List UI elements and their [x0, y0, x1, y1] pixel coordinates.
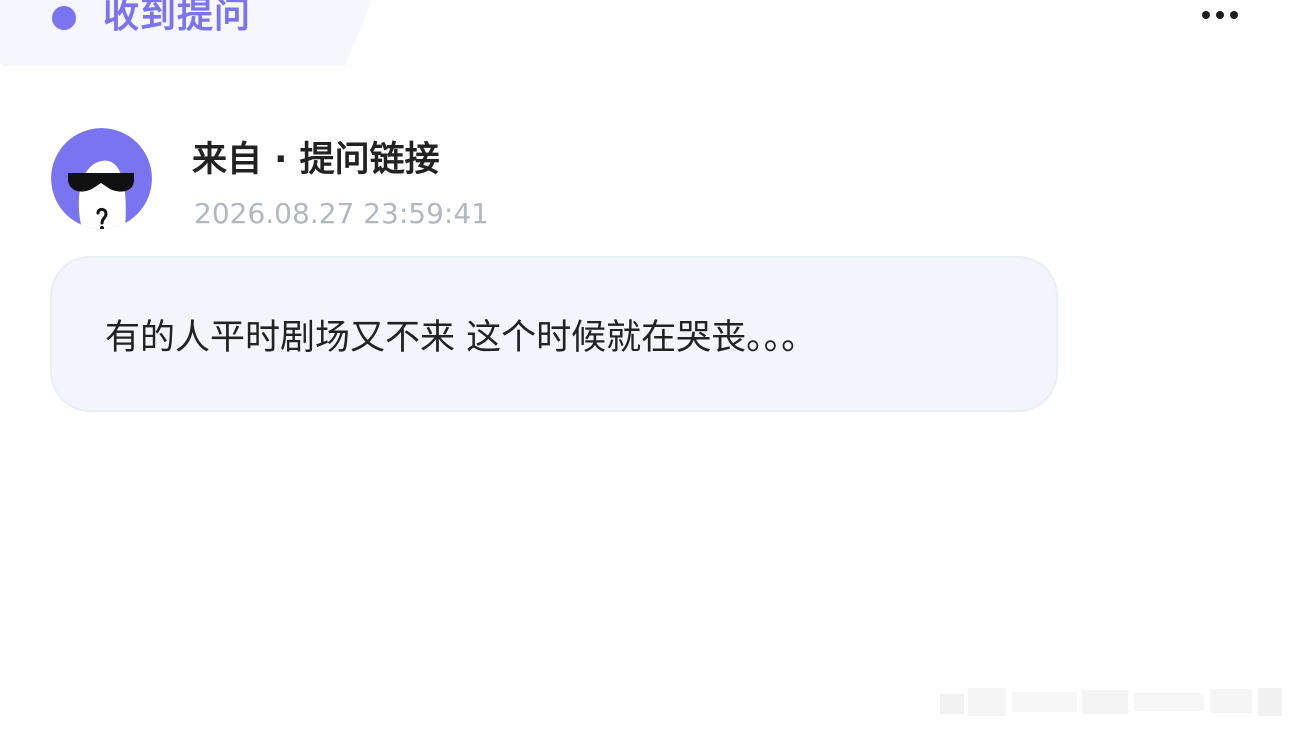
question-timestamp: 2026.08.27 23:59:41 — [194, 197, 489, 230]
anonymous-avatar-icon — [51, 128, 152, 229]
question-source: 来自 · 提问链接 — [192, 140, 440, 180]
more-dot-1 — [1202, 11, 1210, 19]
question-text: 有的人平时剧场又不来 这个时候就在哭丧。。。 — [105, 318, 817, 358]
watermark-noise — [940, 684, 1290, 720]
more-dot-2 — [1216, 11, 1224, 19]
page-title: 收到提问 — [103, 0, 252, 36]
tab-indicator-dot — [52, 6, 76, 30]
more-dot-3 — [1230, 11, 1238, 19]
more-options-button[interactable] — [1190, 0, 1250, 30]
question-bubble: 有的人平时剧场又不来 这个时候就在哭丧。。。 — [50, 256, 1058, 412]
header-tab: 收到提问 — [0, 0, 372, 66]
